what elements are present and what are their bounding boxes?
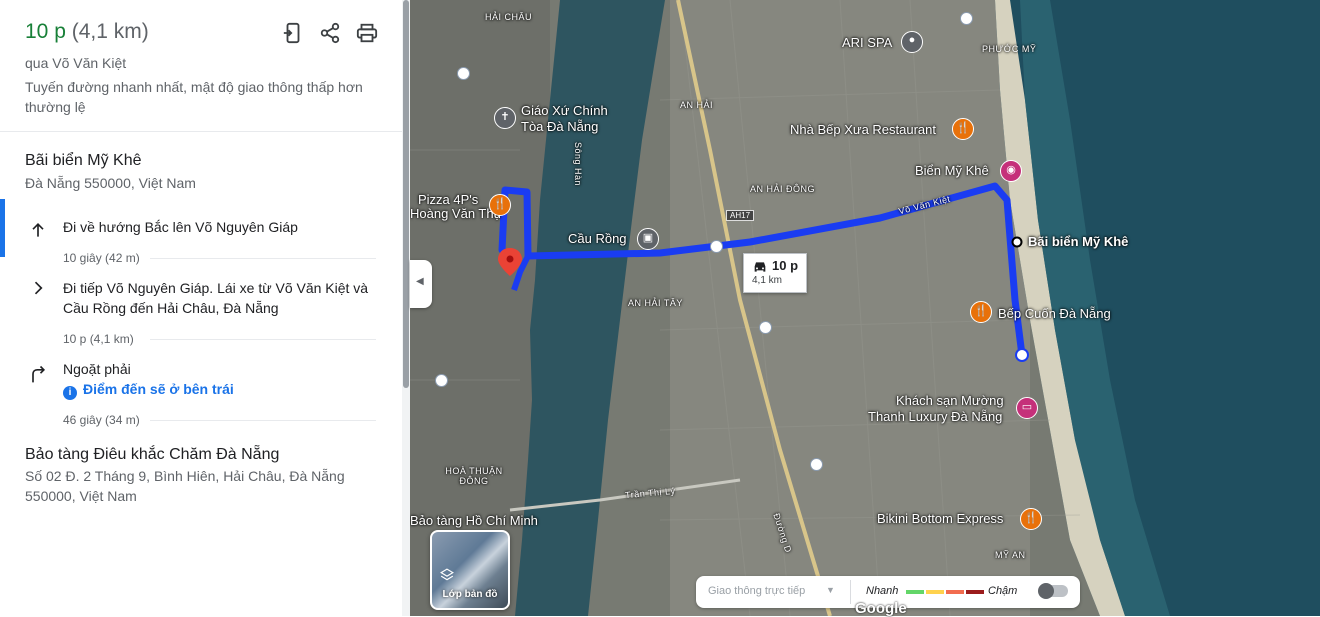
traffic-swatch bbox=[946, 590, 964, 594]
divider bbox=[0, 131, 402, 132]
directions-panel: 10 p (4,1 km) qua Võ Văn Kiệt Tuyến đườn… bbox=[0, 0, 402, 616]
landmark-icon[interactable]: ▣ bbox=[637, 228, 659, 250]
step-separator bbox=[150, 420, 376, 421]
toggle-knob bbox=[1038, 583, 1054, 599]
route-label-distance: 4,1 km bbox=[752, 275, 783, 286]
area-label: HẢI CHÂU bbox=[485, 12, 533, 22]
area-label: AN HẢI ĐÔNG bbox=[750, 184, 816, 194]
church-icon[interactable]: ✝ bbox=[494, 107, 516, 129]
destination-place-address: Số 02 Đ. 2 Tháng 9, Bình Hiên, Hải Châu,… bbox=[25, 468, 345, 504]
poi-label[interactable]: Bảo tàng Hồ Chí Minh bbox=[410, 513, 538, 528]
chevron-left-icon: ◀ bbox=[416, 276, 424, 287]
map-layers-label: Lớp bản đồ bbox=[442, 589, 498, 600]
poi-label[interactable]: Thanh Luxury Đà Nẵng bbox=[868, 409, 1002, 424]
poi-label[interactable]: Khách sạn Mường bbox=[896, 393, 1004, 408]
restaurant-icon[interactable]: 🍴 bbox=[952, 118, 974, 140]
step-duration: 10 giây (42 m) bbox=[63, 251, 140, 265]
route-time-label[interactable]: 10 p 4,1 km bbox=[743, 253, 807, 293]
collapse-panel-button[interactable]: ◀ bbox=[410, 260, 432, 308]
traffic-mode-select[interactable]: Giao thông trực tiếp bbox=[708, 585, 805, 597]
print-icon[interactable] bbox=[356, 22, 378, 44]
step-separator bbox=[150, 258, 376, 259]
layers-icon bbox=[440, 568, 454, 581]
traffic-swatch bbox=[966, 590, 984, 594]
area-label: PHƯỚC MỸ bbox=[982, 44, 1037, 54]
poi-label[interactable]: Cầu Rồng bbox=[568, 231, 627, 246]
hotel-icon[interactable]: ▭ bbox=[1016, 397, 1038, 419]
poi-label[interactable]: Bãi biển Mỹ Khê bbox=[1028, 234, 1128, 249]
bus-stop-icon[interactable] bbox=[710, 240, 723, 253]
area-label: AN HẢI TÂY bbox=[628, 298, 683, 308]
bus-stop-icon[interactable] bbox=[810, 458, 823, 471]
poi-label[interactable]: Bikini Bottom Express bbox=[877, 511, 1003, 526]
restaurant-icon[interactable]: 🍴 bbox=[970, 301, 992, 323]
poi-label[interactable]: Nhà Bếp Xưa Restaurant bbox=[790, 122, 936, 137]
step-duration: 46 giây (34 m) bbox=[63, 413, 140, 427]
active-step-indicator bbox=[0, 199, 5, 257]
poi-label[interactable]: ARI SPA bbox=[842, 35, 892, 50]
route-distance: (4,1 km) bbox=[71, 20, 149, 43]
traffic-swatch bbox=[906, 590, 924, 594]
start-place-address: Đà Nẵng 550000, Việt Nam bbox=[25, 175, 196, 191]
area-label: HOÀ THUẬN ĐÔNG bbox=[445, 466, 503, 486]
route-description: Tuyến đường nhanh nhất, mật độ giao thôn… bbox=[25, 79, 363, 115]
step-note-text: Điểm đến sẽ ở bên trái bbox=[83, 381, 234, 397]
highway-shield: AH17 bbox=[726, 210, 755, 221]
area-label: AN HẢI bbox=[680, 100, 714, 110]
poi-label[interactable]: Pizza 4P's bbox=[418, 192, 478, 207]
poi-label[interactable]: Bếp Cuốn Đà Nẵng bbox=[998, 306, 1111, 321]
step-instruction[interactable]: Đi tiếp Võ Nguyên Giáp. Lái xe từ Võ Văn… bbox=[63, 278, 383, 318]
traffic-toggle[interactable] bbox=[1038, 583, 1068, 599]
river-label: Sông Hàn bbox=[573, 142, 583, 187]
attraction-icon[interactable]: ◉ bbox=[1000, 160, 1022, 182]
scrollbar-thumb[interactable] bbox=[403, 0, 409, 388]
bus-stop-icon[interactable] bbox=[435, 374, 448, 387]
send-to-phone-icon[interactable] bbox=[282, 22, 304, 44]
bus-stop-icon[interactable] bbox=[457, 67, 470, 80]
spa-icon[interactable]: ● bbox=[901, 31, 923, 53]
share-icon[interactable] bbox=[319, 22, 341, 44]
restaurant-icon[interactable]: 🍴 bbox=[489, 194, 511, 216]
step-duration: 10 p (4,1 km) bbox=[63, 332, 134, 346]
info-icon: i bbox=[63, 386, 77, 400]
step-instruction[interactable]: Ngoặt phải bbox=[63, 359, 383, 379]
satellite-map bbox=[410, 0, 1320, 616]
area-label: MỸ AN bbox=[995, 550, 1026, 560]
turn-right-icon bbox=[32, 365, 46, 383]
traffic-slow-label: Chậm bbox=[988, 585, 1018, 597]
caret-down-icon[interactable]: ▼ bbox=[826, 585, 835, 595]
poi-label[interactable]: Giáo Xứ Chính Tòa Đà Nẵng bbox=[521, 103, 621, 135]
route-via: qua Võ Văn Kiệt bbox=[25, 55, 127, 71]
arrow-up-icon bbox=[32, 222, 44, 237]
map-view[interactable]: HẢI CHÂU PHƯỚC MỸ AN HẢI AN HẢI ĐÔNG AN … bbox=[410, 0, 1320, 616]
destination-place-name[interactable]: Bảo tàng Điêu khắc Chăm Đà Nẵng bbox=[25, 446, 279, 464]
chevron-right-icon bbox=[34, 281, 43, 295]
bus-stop-icon[interactable] bbox=[960, 12, 973, 25]
traffic-swatch bbox=[926, 590, 944, 594]
route-summary-title: 10 p (4,1 km) bbox=[25, 20, 149, 44]
route-label-time: 10 p bbox=[772, 258, 799, 273]
poi-label[interactable]: Hoàng Văn Thụ bbox=[410, 206, 501, 221]
google-logo: Google bbox=[855, 600, 907, 617]
traffic-fast-label: Nhanh bbox=[866, 585, 899, 597]
step-instruction[interactable]: Đi về hướng Bắc lên Võ Nguyên Giáp bbox=[63, 217, 383, 237]
map-layers-button[interactable]: Lớp bản đồ bbox=[430, 530, 510, 610]
poi-label[interactable]: Biển Mỹ Khê bbox=[915, 163, 989, 178]
divider bbox=[850, 580, 851, 604]
bus-stop-icon[interactable] bbox=[759, 321, 772, 334]
step-note: i Điểm đến sẽ ở bên trái bbox=[63, 381, 234, 400]
route-time: 10 p bbox=[25, 20, 66, 43]
restaurant-icon[interactable]: 🍴 bbox=[1020, 508, 1042, 530]
step-separator bbox=[150, 339, 376, 340]
start-place-name[interactable]: Bãi biển Mỹ Khê bbox=[25, 152, 142, 170]
car-icon bbox=[754, 262, 766, 272]
